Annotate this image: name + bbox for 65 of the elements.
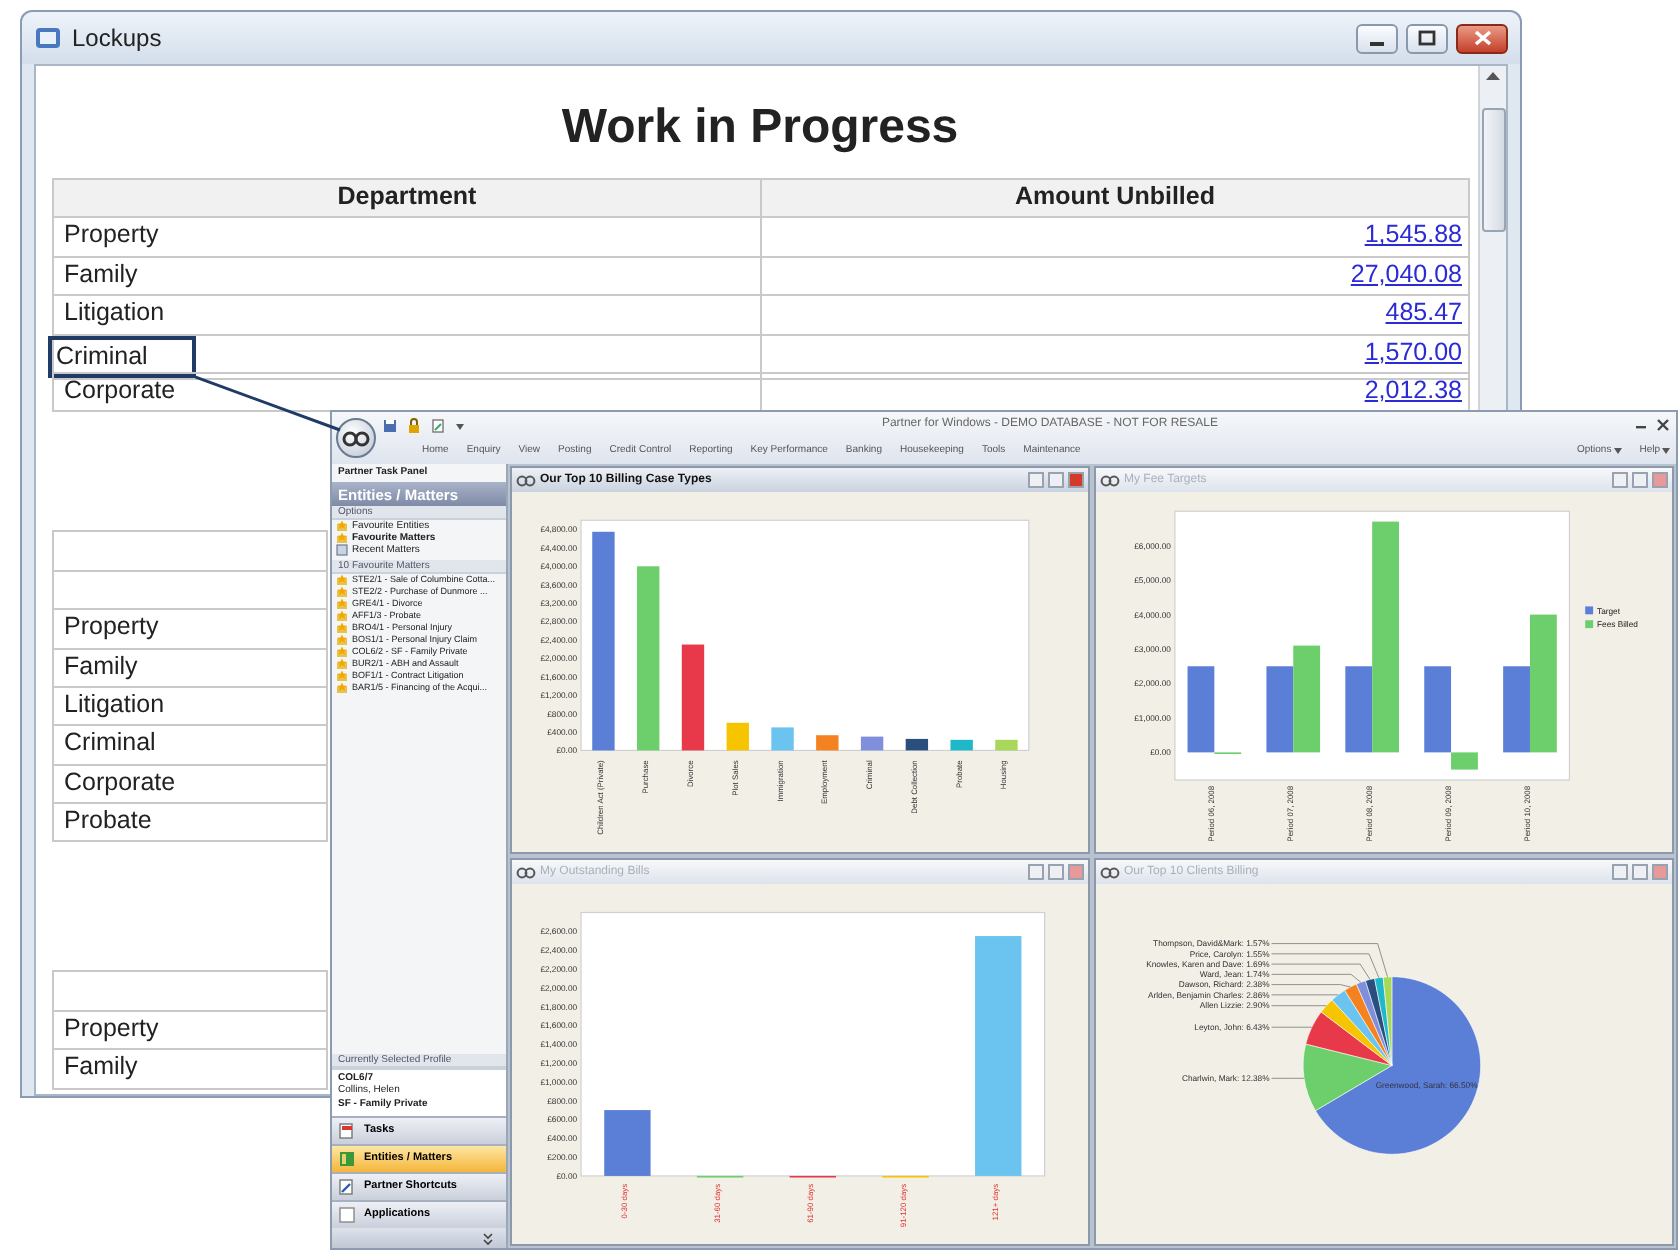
report-title: Work in Progress: [559, 98, 961, 158]
bar: [816, 735, 839, 751]
legend-swatch: [1585, 620, 1594, 629]
column-header: Amount Unbilled: [760, 178, 1470, 219]
table-cell-text: Family: [62, 259, 140, 290]
document-icon: [338, 1178, 356, 1196]
table-cell-text: Corporate: [62, 375, 178, 406]
list-icon: [336, 544, 348, 556]
up-arrow-icon: [1484, 70, 1502, 82]
maximize-icon: [1418, 30, 1436, 46]
logo-icon: [1100, 473, 1120, 487]
bar: [950, 739, 973, 751]
caret-icon[interactable]: [1613, 448, 1622, 454]
leader-line: [1271, 1026, 1313, 1028]
table-cell-text: Litigation: [62, 689, 167, 720]
close-icon[interactable]: [1656, 418, 1670, 432]
application-button[interactable]: [336, 418, 376, 458]
table-cell-text: Family: [62, 651, 140, 682]
legend-swatch: [1585, 606, 1594, 615]
restore-button[interactable]: [1048, 864, 1064, 880]
maximize-button[interactable]: [1406, 23, 1448, 53]
amount-link[interactable]: 485.47: [1385, 298, 1462, 327]
bar: [1266, 666, 1294, 753]
table-cell-text: Corporate: [62, 767, 178, 798]
logo-icon: [1100, 865, 1120, 879]
chevron-icon[interactable]: [482, 1231, 494, 1245]
table-cell-text: Criminal: [62, 728, 158, 759]
amount-link[interactable]: 1,570.00: [1364, 337, 1462, 366]
restore-button[interactable]: [1632, 864, 1648, 880]
padlock-icon[interactable]: [406, 417, 422, 433]
table-cell-text: Family: [62, 1052, 140, 1083]
restore-button[interactable]: [1632, 472, 1648, 488]
bar: [1293, 645, 1321, 753]
close-button[interactable]: [1456, 23, 1508, 53]
bar: [604, 1110, 651, 1176]
amount-link[interactable]: 27,040.08: [1350, 259, 1462, 288]
leader-line: [1271, 1077, 1305, 1079]
scroll-up-button[interactable]: [1484, 70, 1502, 82]
page-icon: [338, 1206, 356, 1224]
leader-line: [1271, 994, 1339, 996]
column-header: Department: [52, 178, 762, 219]
book-icon: [338, 1150, 356, 1168]
document-icon[interactable]: [430, 417, 446, 433]
table-cell-text: Property: [62, 220, 161, 251]
clipboard-icon: [338, 1122, 356, 1140]
scrollbar-thumb[interactable]: [1481, 108, 1505, 232]
table-cell-text: Litigation: [62, 298, 167, 329]
window-title: Lockups: [72, 22, 162, 56]
minimize-button[interactable]: [1356, 23, 1398, 53]
table-cell-text: Probate: [62, 806, 154, 837]
logo-icon: [516, 473, 536, 487]
bar: [995, 739, 1018, 751]
table-cell-text: Property: [62, 612, 161, 643]
logo-icon: [516, 865, 536, 879]
app-icon: [34, 24, 62, 52]
table-cell: Criminal: [48, 335, 196, 378]
amount-link[interactable]: 2,012.38: [1364, 375, 1462, 404]
amount-link[interactable]: 1,545.88: [1364, 220, 1462, 249]
restore-button[interactable]: [1048, 472, 1064, 488]
bar: [771, 727, 794, 751]
table-cell-text: Property: [62, 1013, 161, 1044]
leader-line: [1271, 1005, 1327, 1007]
caret-icon[interactable]: [1662, 448, 1670, 454]
logo-icon: [342, 429, 370, 447]
close-icon: [1473, 30, 1491, 46]
